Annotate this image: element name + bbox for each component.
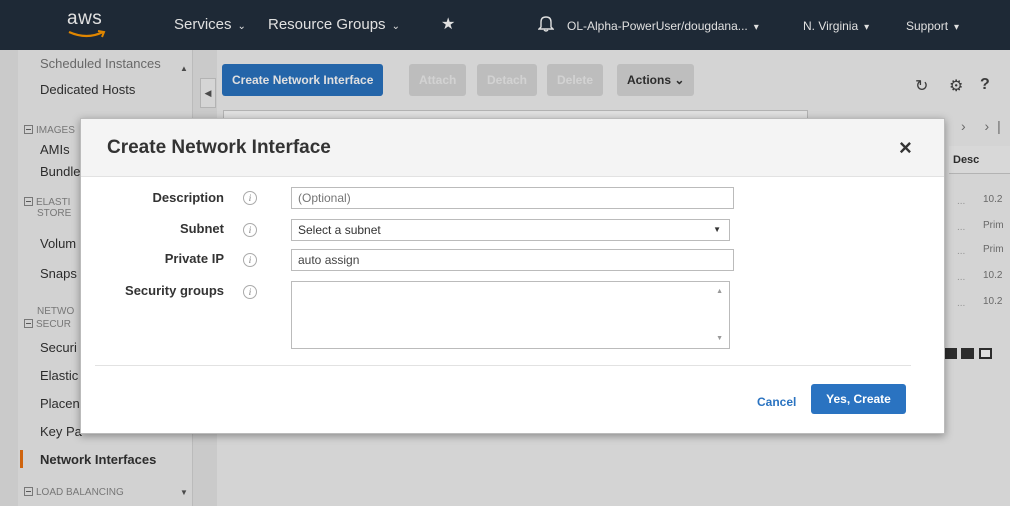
yes-create-button[interactable]: Yes, Create xyxy=(811,384,906,414)
scroll-up-icon[interactable]: ▲ xyxy=(716,288,723,295)
subnet-label: Subnet xyxy=(179,221,224,236)
dialog-header: Create Network Interface × xyxy=(81,119,944,177)
close-icon[interactable]: × xyxy=(899,135,912,161)
dialog-title: Create Network Interface xyxy=(107,137,331,158)
divider xyxy=(95,365,911,366)
caret-down-icon: ▼ xyxy=(713,225,721,234)
info-icon[interactable]: i xyxy=(243,253,257,267)
subnet-select[interactable]: Select a subnet ▼ xyxy=(291,219,730,241)
private-ip-label: Private IP xyxy=(164,251,224,266)
info-icon[interactable]: i xyxy=(243,285,257,299)
create-network-interface-dialog: Create Network Interface × Description i… xyxy=(80,118,945,434)
security-groups-list[interactable]: ▲ ▼ xyxy=(291,281,730,349)
security-groups-label: Security groups xyxy=(125,283,224,298)
subnet-selected-value: Select a subnet xyxy=(298,223,381,237)
info-icon[interactable]: i xyxy=(243,191,257,205)
scroll-down-icon[interactable]: ▼ xyxy=(716,335,723,342)
description-input[interactable] xyxy=(291,187,734,209)
private-ip-input[interactable]: auto assign xyxy=(291,249,734,271)
cancel-button[interactable]: Cancel xyxy=(757,395,796,409)
info-icon[interactable]: i xyxy=(243,223,257,237)
description-label: Description xyxy=(152,190,224,205)
